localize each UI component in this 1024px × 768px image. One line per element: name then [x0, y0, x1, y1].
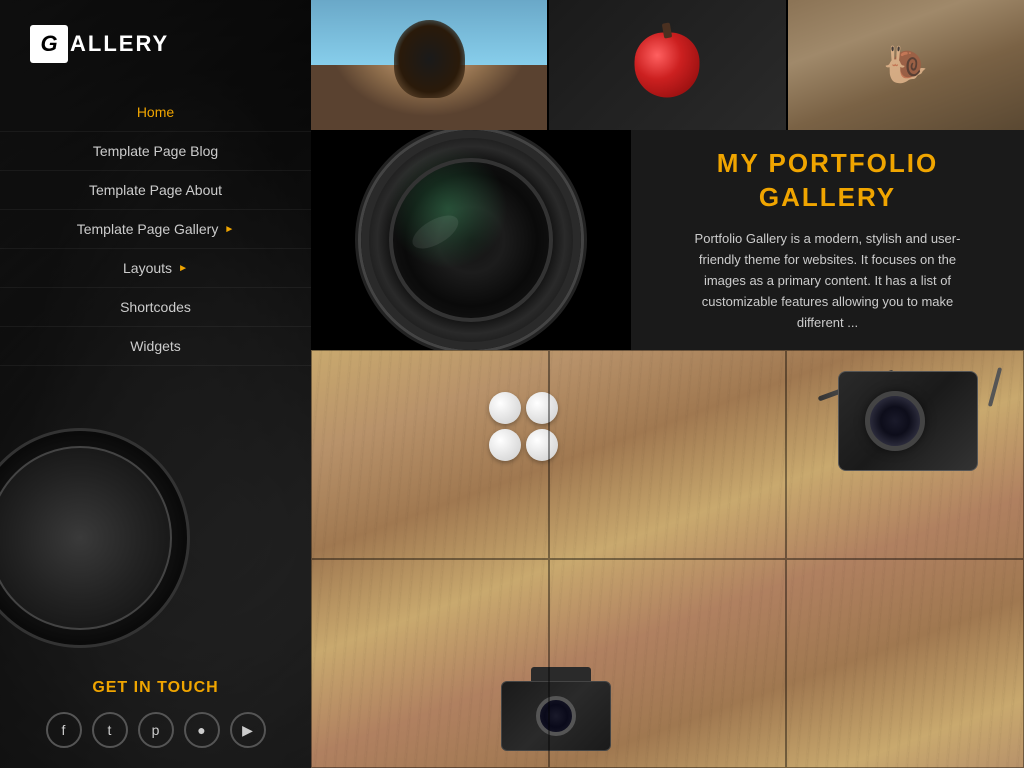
sidebar: G ALLERY Home Template Page Blog Templat… [0, 0, 311, 768]
camera-lens-image [361, 130, 581, 350]
youtube-icon[interactable]: ▶ [230, 712, 266, 748]
logo-text: ALLERY [70, 31, 169, 57]
nav-label-shortcodes: Shortcodes [120, 299, 191, 315]
grid-cell-4 [311, 559, 549, 768]
grid-cell-5 [549, 559, 787, 768]
nav-label-layouts: Layouts [123, 260, 172, 276]
sidebar-content: G ALLERY Home Template Page Blog Templat… [0, 0, 311, 768]
portfolio-description: Portfolio Gallery is a modern, stylish a… [688, 229, 968, 333]
middle-section: MY PORTFOLIOGALLERY Portfolio Gallery is… [311, 130, 1024, 350]
nav-item-gallery[interactable]: Template Page Gallery ► [0, 210, 311, 249]
nav-arrow-layouts: ► [178, 263, 188, 274]
nav-item-layouts[interactable]: Layouts ► [0, 249, 311, 288]
portfolio-title: MY PORTFOLIOGALLERY [717, 147, 938, 215]
nav-label-blog: Template Page Blog [93, 143, 218, 159]
nav-item-blog[interactable]: Template Page Blog [0, 132, 311, 171]
facebook-icon[interactable]: f [46, 712, 82, 748]
pinterest-icon[interactable]: p [138, 712, 174, 748]
gallery-image-snail [788, 0, 1024, 130]
grid-cell-3 [786, 350, 1024, 559]
nav-label-gallery: Template Page Gallery [77, 221, 219, 237]
top-gallery-row [311, 0, 1024, 130]
grid-cell-1 [311, 350, 549, 559]
nav-item-about[interactable]: Template Page About [0, 171, 311, 210]
nav-label-about: Template Page About [89, 182, 222, 198]
grid-cell-2 [549, 350, 787, 559]
nav-item-shortcodes[interactable]: Shortcodes [0, 288, 311, 327]
logo-icon: G [30, 25, 68, 63]
nav-label-widgets: Widgets [130, 338, 181, 354]
social-area: GET IN TOUCH f t p ● ▶ [0, 659, 311, 768]
nav-arrow-gallery: ► [224, 224, 234, 235]
nav-item-home[interactable]: Home [0, 93, 311, 132]
navigation-menu: Home Template Page Blog Template Page Ab… [0, 93, 311, 366]
gallery-thumb-person[interactable] [311, 0, 547, 130]
gallery-thumb-apple[interactable] [549, 0, 785, 130]
logo-area: G ALLERY [0, 0, 311, 83]
nav-item-widgets[interactable]: Widgets [0, 327, 311, 366]
grid-overlay [311, 350, 1024, 768]
social-icons-container: f t p ● ▶ [20, 712, 291, 748]
twitter-icon[interactable]: t [92, 712, 128, 748]
wood-background [311, 350, 1024, 768]
instagram-icon[interactable]: ● [184, 712, 220, 748]
gallery-thumb-snail[interactable] [788, 0, 1024, 130]
camera-panel [311, 130, 631, 350]
gallery-image-apple [549, 0, 785, 130]
get-in-touch-heading: GET IN TOUCH [20, 679, 291, 697]
portfolio-text-panel: MY PORTFOLIOGALLERY Portfolio Gallery is… [631, 130, 1024, 350]
grid-cell-6 [786, 559, 1024, 768]
nav-label-home: Home [137, 104, 174, 120]
bottom-grid [311, 350, 1024, 768]
main-content: MY PORTFOLIOGALLERY Portfolio Gallery is… [311, 0, 1024, 768]
gallery-image-person [311, 0, 547, 130]
